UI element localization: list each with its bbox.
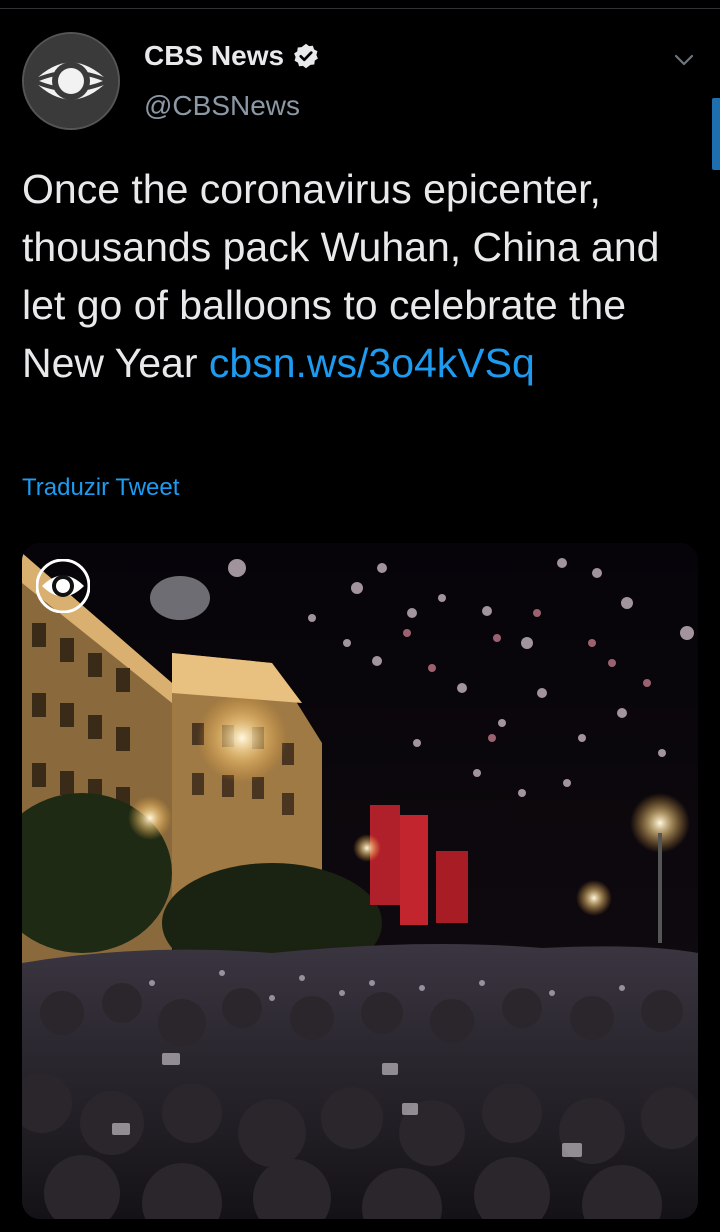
translate-tweet-link[interactable]: Traduzir Tweet [22, 474, 179, 502]
chevron-down-icon[interactable] [672, 48, 696, 72]
divider [0, 8, 720, 9]
verified-badge-icon [294, 43, 318, 69]
author-handle[interactable]: @CBSNews [144, 90, 300, 122]
tweet-text: Once the coronavirus epicenter, thousand… [22, 160, 702, 392]
tweet-detail-screen: CBS News @CBSNews Once the coronavirus e… [0, 0, 720, 1232]
tweet-media-video[interactable] [22, 543, 698, 1219]
cbs-eye-logo-icon [24, 34, 118, 128]
author-avatar[interactable] [22, 32, 120, 130]
cbs-eye-logo-icon [36, 559, 90, 613]
media-scene [22, 543, 698, 1219]
author-name-text: CBS News [144, 40, 285, 71]
scrollbar[interactable] [712, 98, 720, 170]
author-display-name[interactable]: CBS News [144, 40, 320, 72]
tweet-link[interactable]: cbsn.ws/3o4kVSq [209, 340, 535, 386]
